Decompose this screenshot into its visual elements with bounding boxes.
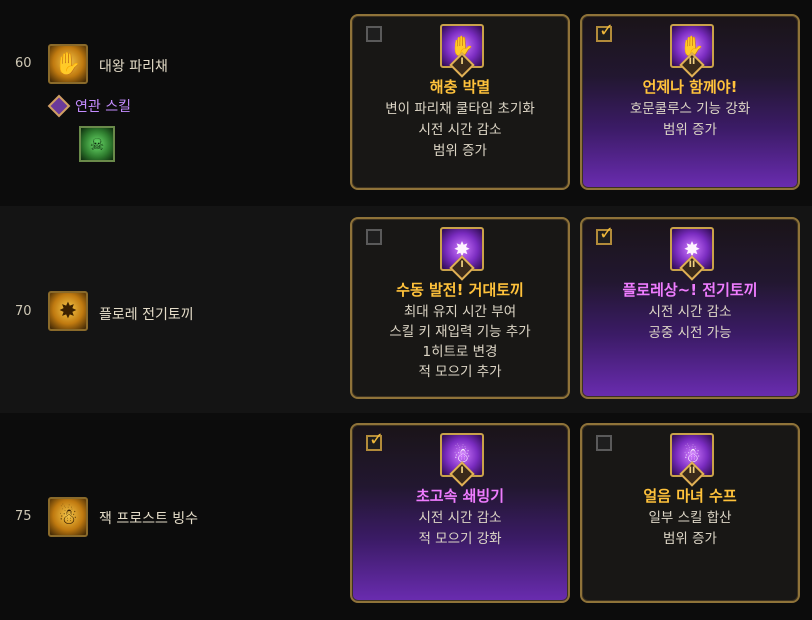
skill-name: 대왕 파리채 [99, 59, 168, 75]
tier-diamond-icon [47, 94, 71, 118]
skill-level: 70 [15, 304, 32, 319]
talent-checkbox[interactable] [366, 26, 382, 42]
skill-level: 75 [15, 509, 32, 524]
tier-label: I [460, 260, 464, 270]
skill-level: 60 [15, 56, 32, 71]
check-icon: ✓ [599, 20, 615, 41]
tier-label: II [688, 260, 696, 270]
tier-label: I [460, 466, 464, 476]
talent-checkbox[interactable]: ✓ [366, 431, 384, 451]
talent-title: 언제나 함께야! [642, 78, 738, 96]
skill-name: 잭 프로스트 빙수 [99, 511, 199, 527]
talent-checkbox[interactable] [366, 229, 382, 245]
green-skulls-icon[interactable]: ☠ [79, 126, 115, 162]
talent-description: 변이 파리채 쿨타임 초기화 시전 시간 감소 범위 증가 [385, 101, 535, 159]
talent-card-60-1[interactable]: ✋ I 해충 박멸 변이 파리채 쿨타임 초기화 시전 시간 감소 범위 증가 [350, 14, 570, 190]
talent-title: 수동 발전! 거대토끼 [396, 281, 524, 299]
talent-title: 플로레상~! 전기토끼 [622, 281, 758, 299]
talent-checkbox[interactable]: ✓ [596, 22, 614, 42]
skill-row-75: 75 ☃ 잭 프로스트 빙수 ✓ ☃ I 초고속 쇄빙기 시전 시간 감소 적 … [0, 413, 812, 620]
electric-rabbit-icon[interactable]: ✸ [48, 291, 88, 331]
talent-title: 얼음 마녀 수프 [643, 487, 737, 505]
related-skill-label: 연관 스킬 [47, 94, 131, 118]
tier-label: I [460, 57, 464, 67]
tier-label: II [688, 466, 696, 476]
skill-row-60: 60 ✋ 대왕 파리채 연관 스킬 ☠ ✋ I 해충 박멸 변이 파리채 쿨타임… [0, 0, 812, 206]
talent-card-75-2[interactable]: ☃ II 얼음 마녀 수프 일부 스킬 합산 범위 증가 [580, 423, 800, 603]
talent-card-70-2[interactable]: ✓ ✸ II 플로레상~! 전기토끼 시전 시간 감소 공중 시전 가능 [580, 217, 800, 399]
talent-description: 일부 스킬 합산 범위 증가 [648, 510, 732, 547]
skill-name: 플로레 전기토끼 [99, 307, 194, 323]
talent-card-75-1[interactable]: ✓ ☃ I 초고속 쇄빙기 시전 시간 감소 적 모으기 강화 [350, 423, 570, 603]
frost-shaved-ice-icon[interactable]: ☃ [48, 497, 88, 537]
talent-checkbox[interactable]: ✓ [596, 225, 614, 245]
skill-row-70: 70 ✸ 플로레 전기토끼 ✸ I 수동 발전! 거대토끼 최대 유지 시간 부… [0, 206, 812, 413]
talent-description: 호문쿨루스 기능 강화 범위 증가 [629, 101, 751, 138]
flyswatter-icon[interactable]: ✋ [48, 44, 88, 84]
talent-card-70-1[interactable]: ✸ I 수동 발전! 거대토끼 최대 유지 시간 부여 스킬 키 재입력 기능 … [350, 217, 570, 399]
check-icon: ✓ [369, 429, 385, 450]
talent-description: 시전 시간 감소 공중 시전 가능 [648, 304, 732, 341]
talent-checkbox[interactable] [596, 435, 612, 451]
talent-title: 초고속 쇄빙기 [415, 487, 505, 505]
talent-title: 해충 박멸 [429, 78, 491, 96]
talent-card-60-2[interactable]: ✓ ✋ II 언제나 함께야! 호문쿨루스 기능 강화 범위 증가 [580, 14, 800, 190]
talent-description: 최대 유지 시간 부여 스킬 키 재입력 기능 추가 1히트로 변경 적 모으기… [389, 304, 531, 380]
tier-label: II [688, 57, 696, 67]
talent-description: 시전 시간 감소 적 모으기 강화 [418, 510, 502, 547]
check-icon: ✓ [599, 223, 615, 244]
